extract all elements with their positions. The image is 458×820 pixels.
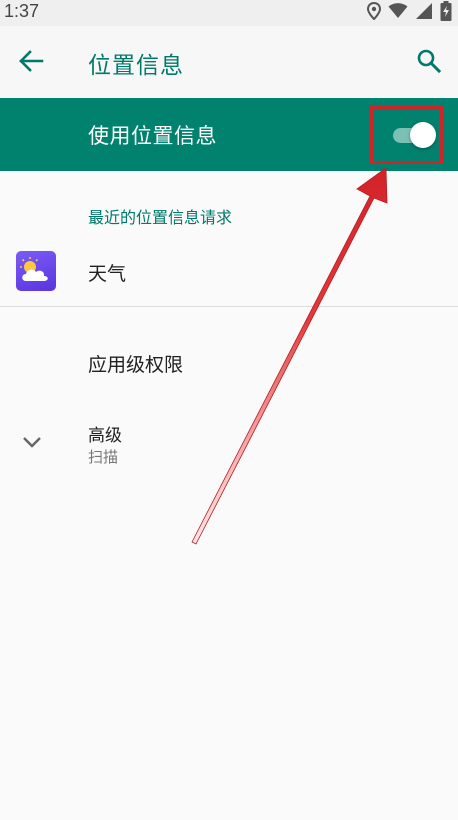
use-location-label: 使用位置信息 bbox=[88, 124, 217, 148]
page-title: 位置信息 bbox=[88, 53, 184, 79]
status-icons bbox=[366, 1, 452, 25]
chevron-down-icon bbox=[20, 432, 44, 452]
advanced-subtitle: 扫描 bbox=[88, 448, 119, 466]
weather-app-icon bbox=[16, 251, 56, 291]
list-item-weather[interactable]: 天气 bbox=[0, 240, 458, 302]
advanced-item[interactable]: 高级 扫描 bbox=[0, 410, 458, 476]
battery-charging-icon bbox=[440, 1, 452, 25]
wifi-icon bbox=[388, 3, 408, 23]
status-time: 1:37 bbox=[4, 1, 40, 21]
back-button[interactable] bbox=[14, 48, 48, 78]
annotation-highlight-box bbox=[370, 106, 443, 164]
signal-icon bbox=[415, 2, 433, 24]
app-name: 天气 bbox=[88, 263, 127, 285]
arrow-back-icon bbox=[18, 49, 44, 77]
recent-requests-header: 最近的位置信息请求 bbox=[88, 208, 233, 227]
app-permissions-item[interactable]: 应用级权限 bbox=[0, 330, 458, 394]
location-icon bbox=[366, 1, 382, 24]
app-permissions-label: 应用级权限 bbox=[88, 354, 184, 376]
app-bar: 位置信息 bbox=[0, 26, 458, 98]
status-bar: 1:37 bbox=[0, 0, 458, 26]
search-icon bbox=[416, 48, 442, 78]
section-divider bbox=[0, 306, 458, 307]
location-settings-screen: 1:37 位置信息 使用位置信息 最近的位置信息请求 天气 应用级权限 高级 扫… bbox=[0, 0, 458, 820]
search-button[interactable] bbox=[414, 48, 444, 78]
advanced-title: 高级 bbox=[88, 426, 122, 446]
